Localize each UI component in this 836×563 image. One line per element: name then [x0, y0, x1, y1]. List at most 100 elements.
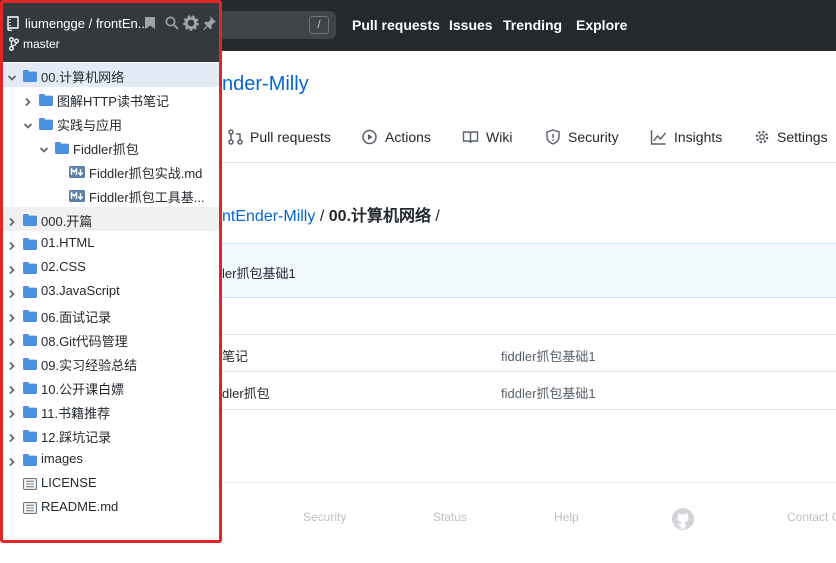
bookmark-icon[interactable]: [144, 16, 156, 30]
nav-issues[interactable]: Issues: [449, 17, 493, 33]
chevron-down-icon[interactable]: [39, 142, 49, 160]
footer-divider: [222, 482, 836, 483]
tree-folder-row[interactable]: 000.开篇: [3, 207, 219, 231]
tree-folder-row[interactable]: 02.CSS: [3, 255, 219, 279]
tree-folder-row[interactable]: images: [3, 447, 219, 471]
tree-file-row[interactable]: Fiddler抓包工具基...: [3, 183, 219, 207]
tab-insights[interactable]: Insights: [650, 129, 722, 145]
tab-settings[interactable]: Settings: [754, 129, 828, 145]
tree-folder-row[interactable]: 00.计算机网络: [3, 63, 219, 87]
nav-explore[interactable]: Explore: [576, 17, 627, 33]
tree-item-label: Fiddler抓包工具基...: [89, 190, 205, 205]
tree-folder-row[interactable]: 12.踩坑记录: [3, 423, 219, 447]
chevron-right-icon[interactable]: [7, 286, 17, 304]
graph-icon: [650, 130, 667, 145]
breadcrumb-repo-link[interactable]: ntEnder-Milly: [222, 208, 315, 225]
chevron-down-icon[interactable]: [7, 70, 17, 88]
breadcrumb-separator: /: [319, 208, 325, 225]
tree-folder-row[interactable]: 08.Git代码管理: [3, 327, 219, 351]
tree-item-label: images: [41, 451, 83, 466]
tree-item-label: 图解HTTP读书笔记: [57, 94, 169, 109]
tree-folder-row[interactable]: 11.书籍推荐: [3, 399, 219, 423]
tree-folder-row[interactable]: 09.实习经验总结: [3, 351, 219, 375]
shield-icon: [546, 129, 560, 145]
tree-folder-row[interactable]: 10.公开课白嫖: [3, 375, 219, 399]
nav-pull-requests[interactable]: Pull requests: [352, 17, 440, 33]
sidebar-repo-name[interactable]: liumengge / frontEn...: [25, 16, 149, 31]
file-name-link[interactable]: 笔记: [222, 346, 248, 365]
folder-icon: [23, 237, 37, 255]
chevron-right-icon[interactable]: [23, 94, 33, 112]
file-icon: [23, 501, 37, 519]
footer-link-help[interactable]: Help: [554, 510, 579, 524]
chevron-right-icon[interactable]: [7, 358, 17, 376]
tree-file-row[interactable]: LICENSE: [3, 471, 219, 495]
search-icon[interactable]: [165, 16, 179, 30]
gear-icon: [755, 130, 769, 144]
chevron-right-icon[interactable]: [7, 406, 17, 424]
file-commit-message[interactable]: fiddler抓包基础1: [501, 383, 596, 402]
breadcrumb: ntEnder-Milly / 00.计算机网络 /: [222, 202, 440, 226]
folder-icon: [23, 213, 37, 231]
branch-icon: [9, 37, 19, 51]
file-icon: [23, 477, 37, 495]
folder-icon: [23, 453, 37, 471]
latest-commit-bar: [222, 243, 836, 298]
play-icon: [362, 129, 377, 145]
tab-label: Settings: [777, 129, 828, 145]
chevron-right-icon[interactable]: [7, 214, 17, 232]
chevron-right-icon[interactable]: [7, 382, 17, 400]
tree-item-label: 12.踩坑记录: [41, 430, 112, 445]
tree-file-row[interactable]: README.md: [3, 495, 219, 519]
markdown-icon: [69, 189, 85, 207]
sidebar-header: liumengge / frontEn... master: [3, 3, 219, 62]
latest-commit-message[interactable]: ler抓包基础1: [222, 263, 296, 282]
tab-label: Insights: [674, 129, 723, 145]
divider: [222, 334, 836, 335]
tree-item-label: 01.HTML: [41, 235, 95, 250]
divider: [222, 371, 836, 372]
tab-wiki[interactable]: Wiki: [462, 129, 512, 145]
folder-icon: [23, 381, 37, 399]
chevron-right-icon[interactable]: [7, 454, 17, 472]
tree-item-label: 08.Git代码管理: [41, 334, 128, 349]
tree-folder-row[interactable]: 实践与应用: [3, 111, 219, 135]
tab-label: Wiki: [486, 129, 513, 145]
tree-folder-row[interactable]: 图解HTTP读书笔记: [3, 87, 219, 111]
chevron-right-icon[interactable]: [7, 334, 17, 352]
github-logo-icon[interactable]: [671, 507, 695, 531]
tree-file-row[interactable]: Fiddler抓包实战.md: [3, 159, 219, 183]
folder-icon: [23, 357, 37, 375]
chevron-right-icon[interactable]: [7, 430, 17, 448]
gear-icon[interactable]: [183, 15, 199, 31]
tab-pull-requests[interactable]: Pull requests: [228, 129, 331, 145]
tree-item-label: 06.面试记录: [41, 310, 112, 325]
pin-icon[interactable]: [202, 15, 217, 31]
footer-link-security[interactable]: Security: [303, 510, 346, 524]
footer-link-status[interactable]: Status: [433, 510, 467, 524]
tree-folder-row[interactable]: 06.面试记录: [3, 303, 219, 327]
tree-item-label: 00.计算机网络: [41, 70, 125, 85]
file-name-link[interactable]: dler抓包: [222, 383, 270, 402]
repo-title-link[interactable]: nder-Milly: [222, 73, 309, 96]
nav-trending[interactable]: Trending: [503, 17, 562, 33]
tree-folder-row[interactable]: 01.HTML: [3, 231, 219, 255]
octotree-sidebar: liumengge / frontEn... master 00.计算机网络 图…: [0, 0, 222, 543]
breadcrumb-current: 00.计算机网络: [328, 208, 431, 225]
tree-folder-row[interactable]: 03.JavaScript: [3, 279, 219, 303]
chevron-down-icon[interactable]: [23, 118, 33, 136]
book-icon: [462, 131, 479, 144]
chevron-right-icon[interactable]: [7, 310, 17, 328]
footer-link-contact[interactable]: Contact G: [787, 510, 836, 524]
file-commit-message[interactable]: fiddler抓包基础1: [501, 346, 596, 365]
tab-security[interactable]: Security: [545, 129, 619, 145]
tree-item-label: 09.实习经验总结: [41, 358, 138, 373]
chevron-right-icon[interactable]: [7, 262, 17, 280]
repo-icon: [7, 16, 19, 31]
tab-actions[interactable]: Actions: [361, 129, 431, 145]
tree-item-label: README.md: [41, 499, 119, 514]
tree-item-label: 000.开篇: [41, 214, 93, 229]
chevron-right-icon[interactable]: [7, 238, 17, 256]
folder-icon: [23, 69, 37, 87]
tree-folder-row[interactable]: Fiddler抓包: [3, 135, 219, 159]
